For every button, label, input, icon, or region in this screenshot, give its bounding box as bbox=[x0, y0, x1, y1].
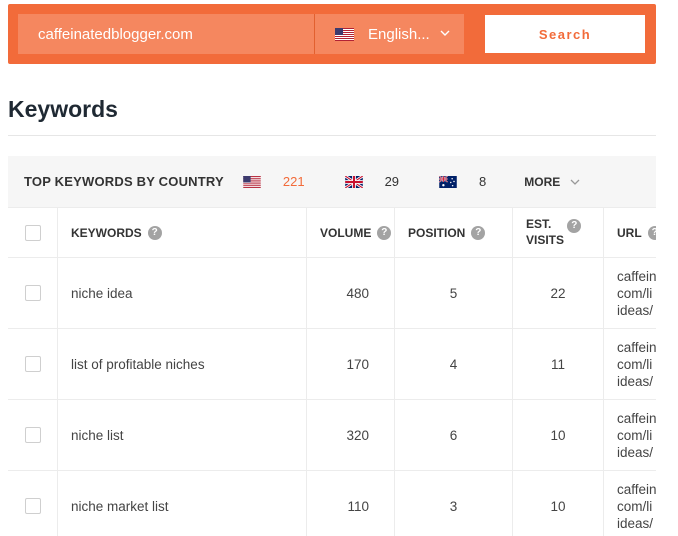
url-line: ideas/ bbox=[617, 373, 654, 389]
header-volume[interactable]: VOLUME ? bbox=[307, 208, 395, 257]
au-flag-icon bbox=[439, 175, 457, 188]
row-checkbox[interactable] bbox=[24, 498, 41, 514]
table-row[interactable]: niche market list 110 3 10 caffein com/l… bbox=[8, 470, 656, 536]
chevron-down-icon bbox=[440, 30, 450, 36]
visits-cell: 10 bbox=[513, 471, 604, 536]
row-checkbox[interactable] bbox=[24, 285, 41, 301]
url-line: caffein bbox=[617, 481, 656, 497]
position-cell: 5 bbox=[395, 258, 513, 328]
select-all-checkbox[interactable] bbox=[24, 224, 41, 241]
country-count-uk: 29 bbox=[384, 174, 400, 189]
header-checkbox-cell bbox=[8, 208, 58, 257]
position-cell: 6 bbox=[395, 400, 513, 470]
country-summary-bar: TOP KEYWORDS BY COUNTRY 221 29 8 MORE bbox=[8, 156, 656, 207]
row-checkbox-cell bbox=[8, 258, 58, 328]
url-line: com/li bbox=[617, 285, 653, 301]
domain-input[interactable] bbox=[18, 14, 314, 54]
position-cell: 3 bbox=[395, 471, 513, 536]
country-summary-title: TOP KEYWORDS BY COUNTRY bbox=[24, 174, 224, 189]
visits-cell: 10 bbox=[513, 400, 604, 470]
row-checkbox[interactable] bbox=[24, 356, 41, 372]
search-bar: English... Search bbox=[8, 4, 656, 64]
table-row[interactable]: niche list 320 6 10 caffein com/li ideas… bbox=[8, 399, 656, 470]
url-line: ideas/ bbox=[617, 515, 654, 531]
page-title: Keywords bbox=[8, 96, 118, 122]
more-label: MORE bbox=[524, 174, 561, 189]
help-icon[interactable]: ? bbox=[567, 218, 582, 233]
header-keywords-label: KEYWORDS bbox=[71, 225, 142, 240]
row-checkbox[interactable] bbox=[24, 427, 41, 443]
keyword-cell[interactable]: niche list bbox=[58, 400, 307, 470]
table-row[interactable]: list of profitable niches 170 4 11 caffe… bbox=[8, 328, 656, 399]
volume-cell: 170 bbox=[307, 329, 395, 399]
header-url[interactable]: URL ? bbox=[604, 208, 656, 257]
us-flag-icon bbox=[335, 27, 354, 41]
header-position[interactable]: POSITION ? bbox=[395, 208, 513, 257]
us-flag-icon bbox=[243, 175, 261, 188]
volume-cell: 320 bbox=[307, 400, 395, 470]
row-checkbox-cell bbox=[8, 471, 58, 536]
help-icon[interactable]: ? bbox=[647, 225, 656, 240]
row-checkbox-cell bbox=[8, 329, 58, 399]
header-keywords[interactable]: KEYWORDS ? bbox=[58, 208, 307, 257]
uk-flag-icon bbox=[344, 175, 363, 188]
header-est-line1: EST. bbox=[526, 217, 552, 232]
keywords-table: KEYWORDS ? VOLUME ? POSITION ? EST.? VIS… bbox=[8, 207, 656, 536]
table-header-row: KEYWORDS ? VOLUME ? POSITION ? EST.? VIS… bbox=[8, 207, 656, 257]
url-line: com/li bbox=[617, 427, 653, 443]
header-position-label: POSITION bbox=[408, 225, 466, 240]
country-count-au: 8 bbox=[479, 174, 487, 189]
help-icon[interactable]: ? bbox=[471, 225, 486, 240]
keyword-cell[interactable]: niche idea bbox=[58, 258, 307, 328]
country-count-us: 221 bbox=[282, 174, 305, 189]
position-cell: 4 bbox=[395, 329, 513, 399]
language-select[interactable]: English... bbox=[314, 14, 464, 54]
url-line: com/li bbox=[617, 498, 653, 514]
url-line: ideas/ bbox=[617, 444, 654, 460]
url-line: caffein bbox=[617, 410, 656, 426]
url-line: caffein bbox=[617, 268, 656, 284]
url-line: ideas/ bbox=[617, 302, 654, 318]
country-item-uk[interactable]: 29 bbox=[344, 174, 400, 189]
keyword-cell[interactable]: niche market list bbox=[58, 471, 307, 536]
url-cell[interactable]: caffein com/li ideas/ bbox=[604, 329, 656, 399]
volume-cell: 480 bbox=[307, 258, 395, 328]
help-icon[interactable]: ? bbox=[377, 225, 392, 240]
chevron-down-icon bbox=[570, 179, 580, 185]
url-line: com/li bbox=[617, 356, 653, 372]
table-row[interactable]: niche idea 480 5 22 caffein com/li ideas… bbox=[8, 257, 656, 328]
search-button[interactable]: Search bbox=[485, 15, 645, 53]
keyword-cell[interactable]: list of profitable niches bbox=[58, 329, 307, 399]
row-checkbox-cell bbox=[8, 400, 58, 470]
title-divider bbox=[8, 135, 656, 136]
url-cell[interactable]: caffein com/li ideas/ bbox=[604, 400, 656, 470]
country-item-us[interactable]: 221 bbox=[243, 174, 305, 189]
country-item-au[interactable]: 8 bbox=[439, 174, 486, 189]
more-countries-button[interactable]: MORE bbox=[524, 175, 582, 189]
visits-cell: 11 bbox=[513, 329, 604, 399]
header-est-visits-label: EST.? VISITS bbox=[526, 217, 582, 248]
volume-cell: 110 bbox=[307, 471, 395, 536]
header-url-label: URL bbox=[617, 225, 642, 240]
header-volume-label: VOLUME bbox=[320, 225, 372, 240]
url-cell[interactable]: caffein com/li ideas/ bbox=[604, 258, 656, 328]
visits-cell: 22 bbox=[513, 258, 604, 328]
url-cell[interactable]: caffein com/li ideas/ bbox=[604, 471, 656, 536]
language-label: English... bbox=[368, 25, 430, 43]
help-icon[interactable]: ? bbox=[147, 225, 162, 240]
header-est-line2: VISITS bbox=[526, 232, 565, 247]
header-est-visits[interactable]: EST.? VISITS bbox=[513, 208, 604, 257]
url-line: caffein bbox=[617, 339, 656, 355]
